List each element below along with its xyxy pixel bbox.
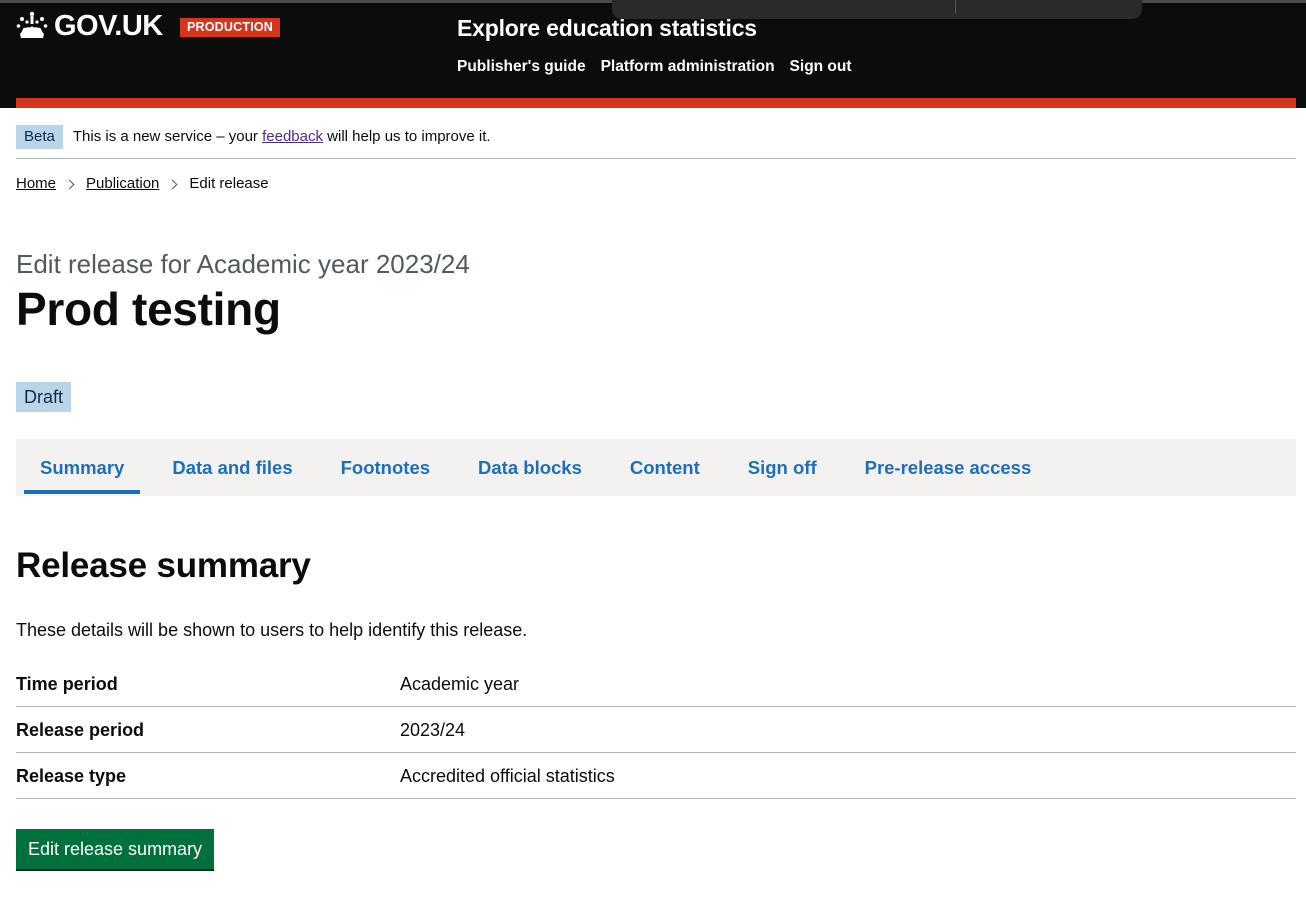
phase-text-after: will help us to improve it. [327, 128, 491, 145]
tab-sign-off[interactable]: Sign off [732, 439, 833, 496]
beta-tag: Beta [16, 125, 63, 149]
chevron-right-icon [167, 179, 178, 189]
header-nav: Publisher's guide Platform administratio… [457, 57, 852, 77]
summary-row: Release type Accredited official statist… [16, 753, 1296, 799]
summary-key: Release period [16, 720, 145, 740]
phase-banner: Beta This is a new service – your feedba… [16, 125, 1296, 159]
page-title: Prod testing [16, 283, 281, 335]
summary-key: Release type [16, 766, 127, 786]
breadcrumb-publication[interactable]: Publication [86, 174, 159, 194]
release-tabs: Summary Data and files Footnotes Data bl… [16, 439, 1296, 496]
tab-pre-release-access[interactable]: Pre-release access [849, 439, 1048, 496]
breadcrumb-home[interactable]: Home [16, 174, 56, 194]
tab-data-blocks[interactable]: Data blocks [462, 439, 598, 496]
feedback-link[interactable]: feedback [262, 128, 323, 145]
govuk-logo[interactable]: GOV.UK [16, 10, 163, 42]
summary-value: Academic year [400, 674, 520, 694]
summary-key: Time period [16, 674, 118, 694]
edit-release-summary-button[interactable]: Edit release summary [16, 829, 215, 869]
tab-data-and-files[interactable]: Data and files [156, 439, 308, 496]
nav-sign-out[interactable]: Sign out [790, 57, 852, 77]
logo-text: GOV.UK [54, 10, 163, 42]
nav-platform-administration[interactable]: Platform administration [601, 57, 775, 77]
header-accent-bar [16, 98, 1296, 108]
summary-row: Release period 2023/24 [16, 707, 1296, 753]
breadcrumb: Home Publication Edit release [16, 174, 269, 194]
phase-banner-text: This is a new service – your feedback wi… [73, 125, 491, 149]
crown-icon [16, 11, 48, 38]
status-badge: Draft [16, 382, 72, 412]
summary-row: Time period Academic year [16, 661, 1296, 707]
breadcrumb-current: Edit release [189, 175, 269, 192]
phase-text-before: This is a new service – your [72, 128, 258, 145]
site-header: GOV.UK PRODUCTION Explore education stat… [0, 0, 1306, 108]
page-caption: Edit release for Academic year 2023/24 [16, 249, 470, 279]
nav-publishers-guide[interactable]: Publisher's guide [457, 57, 586, 77]
section-description: These details will be shown to users to … [16, 620, 528, 640]
summary-list: Time period Academic year Release period… [16, 661, 1296, 799]
summary-value: 2023/24 [400, 720, 466, 740]
environment-tag: PRODUCTION [180, 18, 281, 37]
section-title: Release summary [16, 546, 311, 585]
tab-footnotes[interactable]: Footnotes [325, 439, 446, 496]
overlay-divider [955, 0, 956, 14]
service-name[interactable]: Explore education statistics [457, 13, 757, 43]
summary-value: Accredited official statistics [400, 766, 615, 786]
chevron-right-icon [64, 179, 75, 189]
tab-summary[interactable]: Summary [24, 439, 141, 496]
tab-content[interactable]: Content [614, 439, 716, 496]
